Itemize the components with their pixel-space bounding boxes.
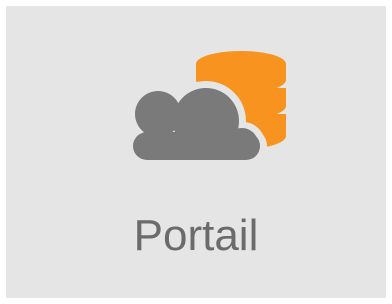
portail-tile[interactable]: Portail <box>6 6 386 298</box>
cloud-database-icon <box>127 51 286 166</box>
tile-label: Portail <box>133 211 259 260</box>
